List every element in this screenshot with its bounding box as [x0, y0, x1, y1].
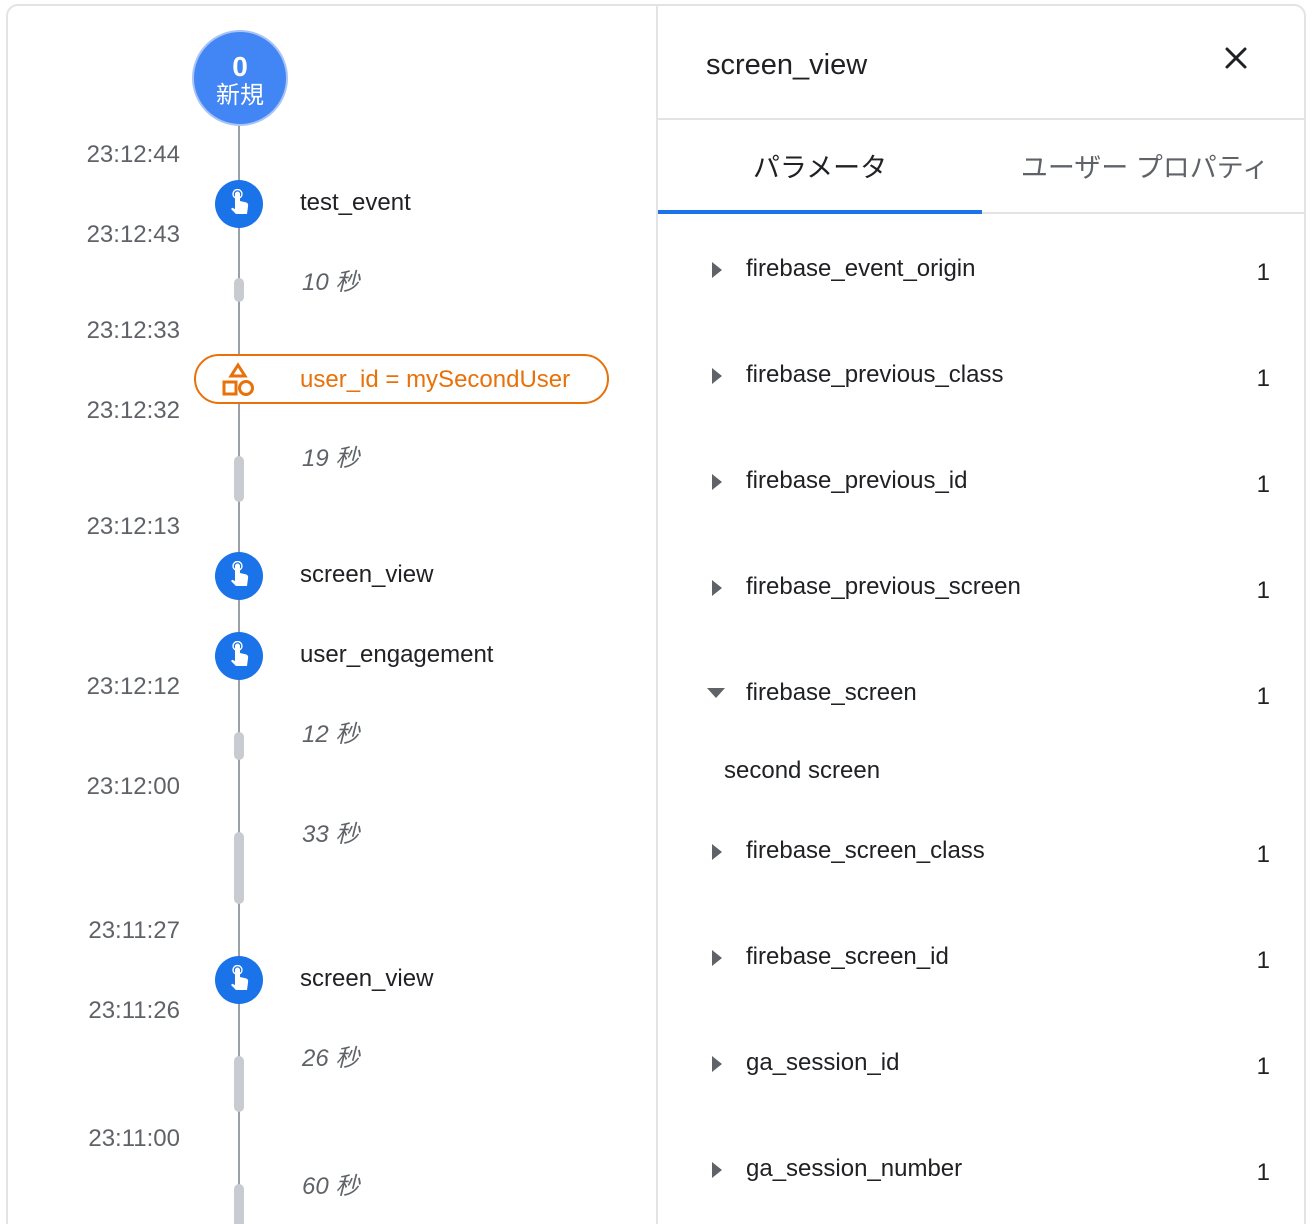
tab-parameters[interactable]: パラメータ — [658, 122, 982, 214]
param-name: firebase_screen_class — [746, 837, 985, 864]
caret-right-icon — [712, 844, 722, 860]
gap-duration: 60 秒 — [302, 1173, 360, 1200]
caret-right-icon — [712, 580, 722, 596]
param-name: firebase_previous_id — [746, 467, 968, 494]
caret-right-icon — [712, 262, 722, 278]
param-row[interactable]: firebase_event_origin 1 — [658, 250, 1304, 290]
tab-user-properties[interactable]: ユーザー プロパティ — [982, 122, 1304, 214]
timestamp: 23:11:27 — [88, 917, 180, 944]
param-row[interactable]: firebase_screen_class 1 — [658, 832, 1304, 872]
debug-view-card: 0 新規 23:12:44 23:12:43 23:12:33 23:12:32… — [6, 4, 1306, 1224]
param-row[interactable]: firebase_previous_screen 1 — [658, 568, 1304, 608]
param-count: 1 — [1256, 259, 1270, 286]
event-timeline: 0 新規 23:12:44 23:12:43 23:12:33 23:12:32… — [8, 6, 656, 1224]
timestamp: 23:12:00 — [86, 773, 180, 800]
param-name: ga_session_number — [746, 1155, 963, 1182]
timestamp: 23:12:12 — [86, 673, 180, 700]
param-name: firebase_previous_screen — [746, 573, 1021, 600]
timestamp: 23:12:33 — [86, 317, 180, 344]
param-count: 1 — [1256, 1159, 1270, 1186]
gap-bar — [234, 832, 244, 904]
param-name: ga_session_id — [746, 1049, 900, 1076]
caret-right-icon — [712, 950, 722, 966]
touch-icon[interactable] — [215, 956, 263, 1004]
touch-icon[interactable] — [215, 180, 263, 228]
shapes-icon — [222, 362, 254, 396]
event-name[interactable]: test_event — [300, 188, 411, 218]
param-count: 1 — [1256, 683, 1270, 710]
touch-icon[interactable] — [215, 632, 263, 680]
caret-down-icon — [707, 688, 725, 698]
param-count: 1 — [1256, 1053, 1270, 1080]
gap-duration: 12 秒 — [302, 721, 360, 748]
param-name: firebase_screen — [746, 679, 917, 706]
param-name: firebase_screen_id — [746, 943, 949, 970]
panel-header: screen_view — [658, 6, 1304, 120]
param-count: 1 — [1256, 947, 1270, 974]
event-name[interactable]: screen_view — [300, 964, 433, 994]
gap-bar — [234, 1056, 244, 1112]
caret-right-icon — [712, 474, 722, 490]
gap-duration: 10 秒 — [302, 269, 360, 296]
param-count: 1 — [1256, 471, 1270, 498]
panel-title: screen_view — [706, 49, 868, 81]
event-name[interactable]: screen_view — [300, 560, 433, 590]
panel-tabs: パラメータ ユーザー プロパティ — [658, 122, 1304, 214]
touch-icon[interactable] — [215, 552, 263, 600]
caret-right-icon — [712, 1162, 722, 1178]
timestamp: 23:12:43 — [86, 221, 180, 248]
param-name: firebase_previous_class — [746, 361, 1004, 388]
gap-bar — [234, 1184, 244, 1224]
user-property-pill[interactable]: user_id = mySecondUser — [194, 354, 609, 404]
close-icon[interactable] — [1218, 40, 1254, 76]
user-property-text: user_id = mySecondUser — [300, 366, 571, 393]
gap-bar — [234, 456, 244, 502]
param-row[interactable]: ga_session_number 1 — [658, 1150, 1304, 1190]
gap-duration: 26 秒 — [302, 1045, 360, 1072]
new-events-label: 新規 — [216, 82, 264, 109]
active-tab-indicator — [658, 210, 982, 214]
new-events-badge[interactable]: 0 新規 — [192, 30, 288, 126]
event-name[interactable]: user_engagement — [300, 640, 493, 670]
param-row-expanded[interactable]: firebase_screen 1 — [658, 674, 1304, 714]
param-row[interactable]: firebase_screen_id 1 — [658, 938, 1304, 978]
timestamp: 23:11:26 — [88, 997, 180, 1024]
timestamp: 23:12:32 — [86, 397, 180, 424]
param-name: firebase_event_origin — [746, 255, 976, 282]
event-detail-panel: screen_view パラメータ ユーザー プロパティ firebase_ev… — [656, 6, 1304, 1224]
param-row[interactable]: firebase_previous_class 1 — [658, 356, 1304, 396]
param-count: 1 — [1256, 365, 1270, 392]
param-value: second screen — [724, 757, 881, 784]
gap-duration: 33 秒 — [302, 821, 360, 848]
param-count: 1 — [1256, 841, 1270, 868]
caret-right-icon — [712, 1056, 722, 1072]
caret-right-icon — [712, 368, 722, 384]
gap-bar — [234, 732, 244, 760]
timestamp: 23:12:13 — [86, 513, 180, 540]
gap-duration: 19 秒 — [302, 445, 360, 472]
gap-bar — [234, 278, 244, 302]
timestamp: 23:11:00 — [88, 1125, 180, 1152]
new-events-count: 0 — [232, 51, 248, 82]
param-count: 1 — [1256, 577, 1270, 604]
param-row[interactable]: ga_session_id 1 — [658, 1044, 1304, 1084]
param-row[interactable]: firebase_previous_id 1 — [658, 462, 1304, 502]
timestamp: 23:12:44 — [86, 141, 180, 168]
